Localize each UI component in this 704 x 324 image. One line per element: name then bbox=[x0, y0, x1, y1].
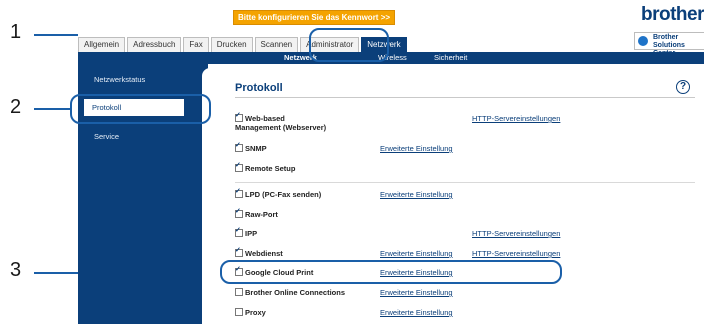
row-snmp: SNMP bbox=[235, 141, 267, 153]
link-advanced-snmp[interactable]: Erweiterte Einstellung bbox=[380, 144, 453, 153]
label-webserver: Web-based bbox=[245, 114, 285, 123]
page-title: Protokoll bbox=[235, 82, 283, 94]
label-remote-setup: Remote Setup bbox=[245, 164, 296, 173]
row-remote-setup: Remote Setup bbox=[235, 161, 296, 173]
password-warning-banner[interactable]: Bitte konfigurieren Sie das Kennwort >> bbox=[233, 10, 396, 25]
help-icon[interactable]: ? bbox=[676, 80, 690, 94]
label-snmp: SNMP bbox=[245, 144, 267, 153]
label-raw-port: Raw-Port bbox=[245, 210, 278, 219]
row-raw-port: Raw-Port bbox=[235, 207, 278, 219]
label-lpd: LPD (PC-Fax senden) bbox=[245, 190, 322, 199]
checkbox-brother-online[interactable] bbox=[235, 288, 243, 296]
callout-number-2: 2 bbox=[10, 96, 22, 118]
title-divider bbox=[235, 97, 695, 98]
checkbox-webdienst[interactable] bbox=[235, 246, 243, 257]
label-webserver-2: Management (Webserver) bbox=[235, 123, 327, 132]
tab-allgemein[interactable]: Allgemein bbox=[78, 37, 126, 52]
link-advanced-proxy[interactable]: Erweiterte Einstellung bbox=[380, 308, 453, 317]
checkbox-remote-setup[interactable] bbox=[235, 161, 243, 172]
checkbox-raw-port[interactable] bbox=[235, 207, 243, 218]
row-proxy: Proxy bbox=[235, 308, 266, 317]
subnav-sicherheit[interactable]: Sicherheit bbox=[434, 52, 467, 64]
link-advanced-brother-online[interactable]: Erweiterte Einstellung bbox=[380, 288, 453, 297]
tab-adressbuch[interactable]: Adressbuch bbox=[127, 37, 182, 52]
section-divider bbox=[235, 182, 695, 183]
label-webdienst: Webdienst bbox=[245, 249, 283, 258]
checkbox-webserver[interactable] bbox=[235, 111, 243, 122]
callout-number-1: 1 bbox=[10, 21, 22, 43]
protocol-panel: Protokoll ? Web-based Management (Webser… bbox=[202, 68, 704, 324]
brother-logo: brother bbox=[641, 4, 704, 25]
callout-leader-2 bbox=[34, 108, 70, 110]
link-advanced-webdienst[interactable]: Erweiterte Einstellung bbox=[380, 249, 453, 258]
link-http-settings-webserver[interactable]: HTTP-Servereinstellungen bbox=[472, 114, 560, 123]
label-proxy: Proxy bbox=[245, 308, 266, 317]
link-advanced-lpd[interactable]: Erweiterte Einstellung bbox=[380, 190, 453, 199]
label-brother-online: Brother Online Connections bbox=[245, 288, 346, 297]
callout-box-protokoll bbox=[70, 94, 211, 124]
tab-fax[interactable]: Fax bbox=[183, 37, 209, 52]
row-brother-online: Brother Online Connections bbox=[235, 288, 345, 297]
tab-drucken[interactable]: Drucken bbox=[210, 37, 253, 52]
link-http-settings-webdienst[interactable]: HTTP-Servereinstellungen bbox=[472, 249, 560, 258]
callout-box-netzwerk-tab bbox=[309, 28, 389, 62]
sidebar-item-service[interactable]: Service bbox=[94, 132, 119, 141]
checkbox-snmp[interactable] bbox=[235, 141, 243, 152]
solutions-center-icon bbox=[638, 36, 648, 46]
row-lpd: LPD (PC-Fax senden) bbox=[235, 187, 322, 199]
row-webdienst: Webdienst bbox=[235, 246, 283, 258]
row-ipp: IPP bbox=[235, 226, 258, 238]
label-ipp: IPP bbox=[245, 229, 258, 238]
checkbox-proxy[interactable] bbox=[235, 308, 243, 316]
top-bar: Bitte konfigurieren Sie das Kennwort >> … bbox=[78, 0, 704, 33]
callout-box-google-cloud-print bbox=[220, 260, 562, 284]
checkbox-lpd[interactable] bbox=[235, 187, 243, 198]
sub-navigation: Netzwerk Wireless Sicherheit bbox=[78, 52, 704, 64]
checkbox-ipp[interactable] bbox=[235, 226, 243, 237]
row-webserver: Web-based Management (Webserver) bbox=[235, 111, 327, 132]
link-http-settings-ipp[interactable]: HTTP-Servereinstellungen bbox=[472, 229, 560, 238]
tab-scannen[interactable]: Scannen bbox=[254, 37, 299, 52]
sidebar-item-netzwerkstatus[interactable]: Netzwerkstatus bbox=[94, 75, 145, 84]
callout-number-3: 3 bbox=[10, 259, 22, 281]
